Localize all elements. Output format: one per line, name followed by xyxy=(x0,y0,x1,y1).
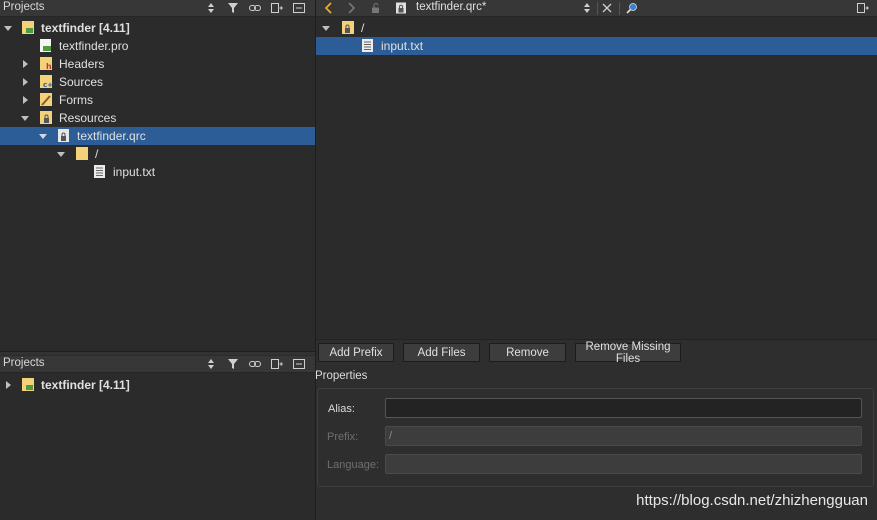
tree-item-prefix[interactable]: / xyxy=(0,145,315,163)
prefix-label: Prefix: xyxy=(327,431,359,443)
svg-text:c+: c+ xyxy=(43,81,53,89)
folder-icon xyxy=(75,146,89,161)
tree-item-label: textfinder.pro xyxy=(59,39,129,53)
tree-item-label: textfinder [4.11] xyxy=(41,378,130,392)
toolbar-separator xyxy=(619,2,620,15)
add-files-button[interactable]: Add Files xyxy=(403,343,480,362)
link-icon[interactable] xyxy=(248,357,262,371)
sources-folder-icon: c+ xyxy=(39,74,53,89)
resource-prefix-icon xyxy=(341,20,355,35)
resource-file-label: input.txt xyxy=(381,39,424,53)
filter-icon[interactable] xyxy=(226,1,240,15)
split-icon[interactable] xyxy=(270,1,284,15)
remove-missing-files-button[interactable]: Remove Missing Files xyxy=(575,341,681,365)
expand-arrow-icon[interactable] xyxy=(321,23,331,33)
back-arrow-icon[interactable] xyxy=(322,1,336,15)
resources-folder-icon xyxy=(39,110,53,125)
tree-item-forms[interactable]: Forms xyxy=(0,91,315,109)
expand-arrow-icon[interactable] xyxy=(56,149,66,159)
tree-item-headers[interactable]: h Headers xyxy=(0,55,315,73)
headers-folder-icon: h xyxy=(39,56,53,71)
tree-item-label: textfinder [4.11] xyxy=(41,21,130,35)
tree-item-pro-file[interactable]: textfinder.pro xyxy=(0,37,315,55)
alias-input[interactable] xyxy=(386,399,861,417)
expand-arrow-icon[interactable] xyxy=(3,23,13,33)
tree-item-project[interactable]: textfinder [4.11] xyxy=(0,376,315,394)
close-panel-icon[interactable] xyxy=(292,1,306,15)
tree-item-label: / xyxy=(95,147,99,161)
close-panel-icon[interactable] xyxy=(292,357,306,371)
forward-arrow-icon[interactable] xyxy=(344,1,358,15)
qrc-file-icon xyxy=(57,128,71,143)
text-file-icon xyxy=(93,164,107,179)
view-selector-icon[interactable] xyxy=(204,1,218,15)
qrc-document-icon xyxy=(394,1,408,15)
language-label: Language: xyxy=(327,459,379,471)
collapsed-arrow-icon[interactable] xyxy=(20,77,30,87)
lock-icon[interactable] xyxy=(369,1,383,15)
projects-title-top: Projects xyxy=(3,1,45,13)
locator-icon[interactable] xyxy=(625,1,639,15)
tree-item-input-file[interactable]: input.txt xyxy=(0,163,315,181)
tree-item-sources[interactable]: c+ Sources xyxy=(0,73,315,91)
tree-item-qrc[interactable]: textfinder.qrc xyxy=(0,127,315,145)
editor-toolbar: textfinder.qrc* xyxy=(316,0,877,17)
document-title[interactable]: textfinder.qrc* xyxy=(416,1,486,13)
collapsed-arrow-icon[interactable] xyxy=(20,95,30,105)
tree-item-label: Resources xyxy=(59,111,117,125)
language-field-box xyxy=(385,454,862,474)
prefix-field-box xyxy=(385,426,862,446)
document-selector-icon[interactable] xyxy=(580,1,594,15)
collapsed-arrow-icon[interactable] xyxy=(3,380,13,390)
svg-text:h: h xyxy=(46,62,52,71)
remove-button[interactable]: Remove xyxy=(489,343,566,362)
forms-folder-icon xyxy=(39,92,53,107)
projects-title-bottom: Projects xyxy=(3,357,45,369)
tree-item-label: Forms xyxy=(59,93,93,107)
expand-arrow-icon[interactable] xyxy=(38,131,48,141)
text-file-icon xyxy=(361,38,375,53)
expand-arrow-icon[interactable] xyxy=(20,113,30,123)
alias-field-box xyxy=(385,398,862,418)
close-document-icon[interactable] xyxy=(600,1,614,15)
tree-item-label: Sources xyxy=(59,75,104,89)
split-icon[interactable] xyxy=(270,357,284,371)
properties-title: Properties xyxy=(315,370,368,382)
project-icon xyxy=(21,20,35,35)
tree-item-label: Headers xyxy=(59,57,105,71)
project-tree-top: textfinder [4.11] textfinder.pro h Heade… xyxy=(0,17,315,351)
toolbar-separator xyxy=(597,2,598,15)
resource-tree: / input.txt xyxy=(316,17,877,339)
tree-item-label: textfinder.qrc xyxy=(77,129,146,143)
add-prefix-button[interactable]: Add Prefix xyxy=(318,343,394,362)
panel-splitter[interactable] xyxy=(0,351,315,355)
project-tree-bottom: textfinder [4.11] xyxy=(0,373,315,519)
filter-icon[interactable] xyxy=(226,357,240,371)
split-editor-icon[interactable] xyxy=(856,1,870,15)
tree-item-label: input.txt xyxy=(113,165,156,179)
resource-file-row[interactable]: input.txt xyxy=(316,37,877,55)
collapsed-arrow-icon[interactable] xyxy=(20,59,30,69)
language-input[interactable] xyxy=(386,455,861,473)
view-selector-icon[interactable] xyxy=(204,357,218,371)
projects-toolbar-top: Projects xyxy=(0,0,315,17)
alias-label: Alias: xyxy=(328,403,355,415)
project-icon xyxy=(21,377,35,392)
tree-item-resources[interactable]: Resources xyxy=(0,109,315,127)
resource-prefix-row[interactable]: / xyxy=(316,19,877,37)
watermark: https://blog.csdn.net/zhizhengguan xyxy=(636,492,868,509)
link-icon[interactable] xyxy=(248,1,262,15)
resource-prefix-label: / xyxy=(361,21,365,35)
prefix-input[interactable] xyxy=(386,427,861,445)
projects-toolbar-bottom: Projects xyxy=(0,356,315,373)
pro-file-icon xyxy=(39,38,53,53)
tree-item-project[interactable]: textfinder [4.11] xyxy=(0,19,315,37)
